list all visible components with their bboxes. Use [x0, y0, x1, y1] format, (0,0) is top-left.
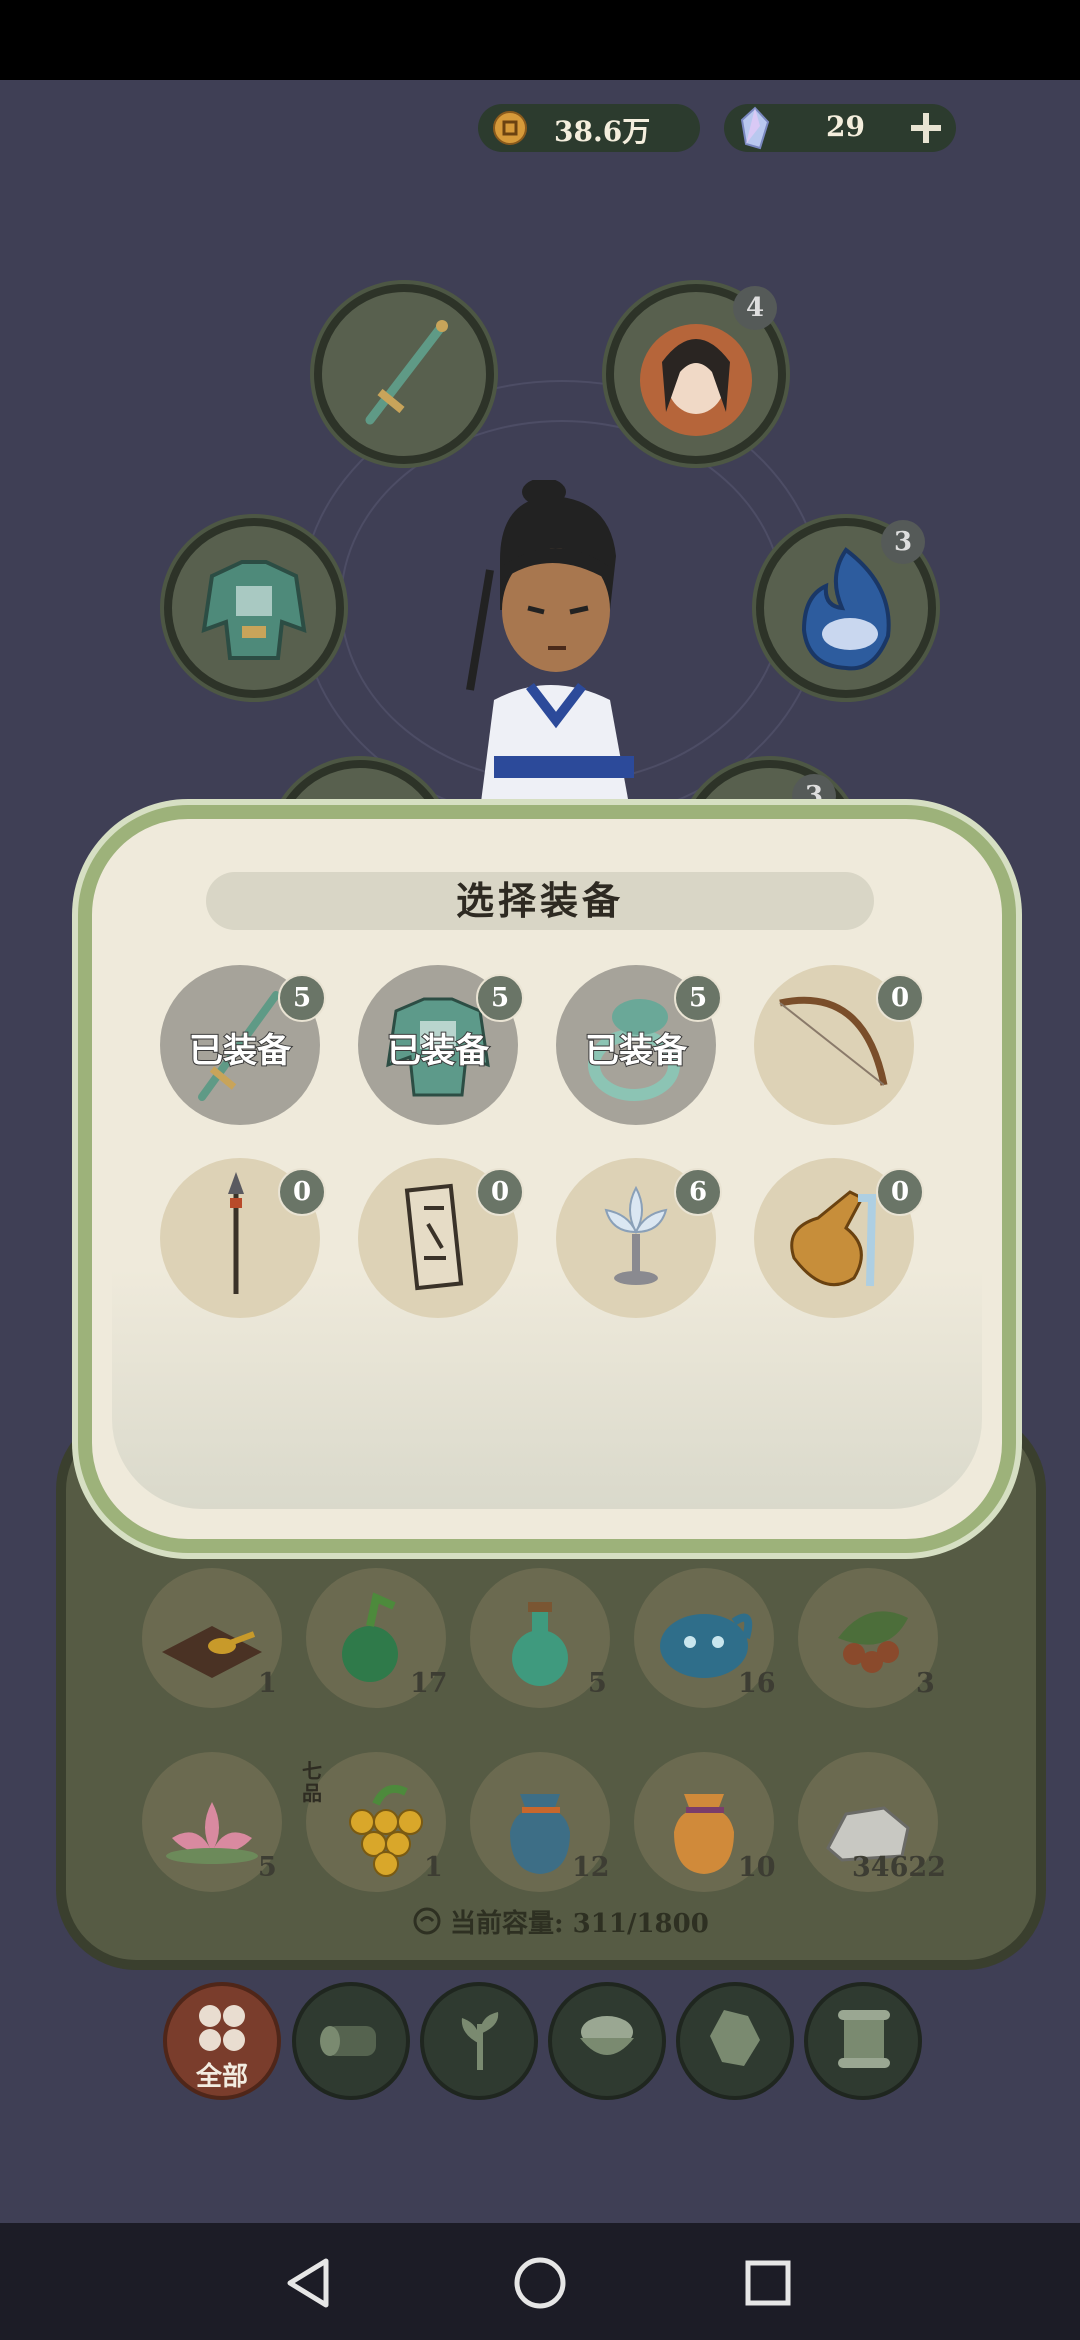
- category-all-button[interactable]: 全部: [163, 1982, 281, 2100]
- home-circle-icon[interactable]: [510, 2253, 570, 2313]
- category-scroll-button[interactable]: [804, 1982, 922, 2100]
- item-count: 16: [738, 1668, 776, 1699]
- companion-badge: 4: [733, 286, 777, 330]
- item-count: 5: [258, 1852, 277, 1883]
- armor-icon: [172, 526, 336, 690]
- status-bar: [0, 0, 1080, 80]
- category-wood-button[interactable]: [292, 1982, 410, 2100]
- copper-coin-icon: [492, 110, 528, 146]
- plus-icon[interactable]: [908, 110, 944, 146]
- category-herb-button[interactable]: [420, 1982, 538, 2100]
- item-count: 12: [572, 1852, 610, 1883]
- item-count: 34622: [852, 1852, 946, 1883]
- sword-icon: [322, 292, 486, 456]
- armor-slot[interactable]: [164, 518, 344, 698]
- ore-icon: [704, 2006, 766, 2072]
- capacity-text: 当前容量: 311/1800: [450, 1903, 709, 1940]
- option-badge: 5: [278, 974, 326, 1022]
- capacity-icon: [412, 1906, 442, 1936]
- item-count: 1: [424, 1852, 443, 1883]
- category-ore-button[interactable]: [676, 1982, 794, 2100]
- gem-amount: 29: [826, 110, 865, 143]
- grade-tag: 七品: [302, 1759, 322, 1805]
- item-count: 3: [916, 1668, 935, 1699]
- all-icon: [194, 2000, 250, 2056]
- option-badge: 0: [876, 974, 924, 1022]
- coin-amount: 38.6万: [554, 115, 651, 148]
- spirit-crystal-icon: [740, 106, 770, 150]
- item-count: 17: [410, 1668, 448, 1699]
- option-badge: 0: [876, 1168, 924, 1216]
- option-badge: 5: [476, 974, 524, 1022]
- option-badge: 0: [476, 1168, 524, 1216]
- herb-icon: [450, 2004, 510, 2074]
- option-badge: 6: [674, 1168, 722, 1216]
- equipped-label: 已装备: [584, 1030, 688, 1072]
- item-count: 10: [738, 1852, 776, 1883]
- character-figure: [440, 480, 660, 810]
- equipped-label: 已装备: [386, 1030, 490, 1072]
- capacity-value: 311/1800: [572, 1909, 709, 1939]
- category-food-button[interactable]: [548, 1982, 666, 2100]
- dialog-title: 选择装备: [455, 878, 624, 923]
- item-count: 5: [588, 1668, 607, 1699]
- scroll-icon: [830, 2006, 896, 2072]
- spirit-beast-badge: 3: [881, 520, 925, 564]
- back-triangle-icon[interactable]: [280, 2253, 340, 2313]
- coin-counter: 38.6万: [478, 104, 700, 152]
- item-count: 1: [258, 1668, 277, 1699]
- option-badge: 5: [674, 974, 722, 1022]
- capacity-label: 当前容量:: [450, 1909, 564, 1939]
- recents-square-icon[interactable]: [738, 2253, 798, 2313]
- equipped-label: 已装备: [188, 1030, 292, 1072]
- weapon-slot[interactable]: [314, 284, 494, 464]
- category-all-label: 全部: [195, 2062, 248, 2092]
- wood-log-icon: [316, 2016, 386, 2066]
- system-navigation-bar: [0, 2223, 1080, 2340]
- rice-bowl-icon: [574, 2008, 640, 2068]
- gem-counter: 29: [724, 104, 956, 152]
- option-badge: 0: [278, 1168, 326, 1216]
